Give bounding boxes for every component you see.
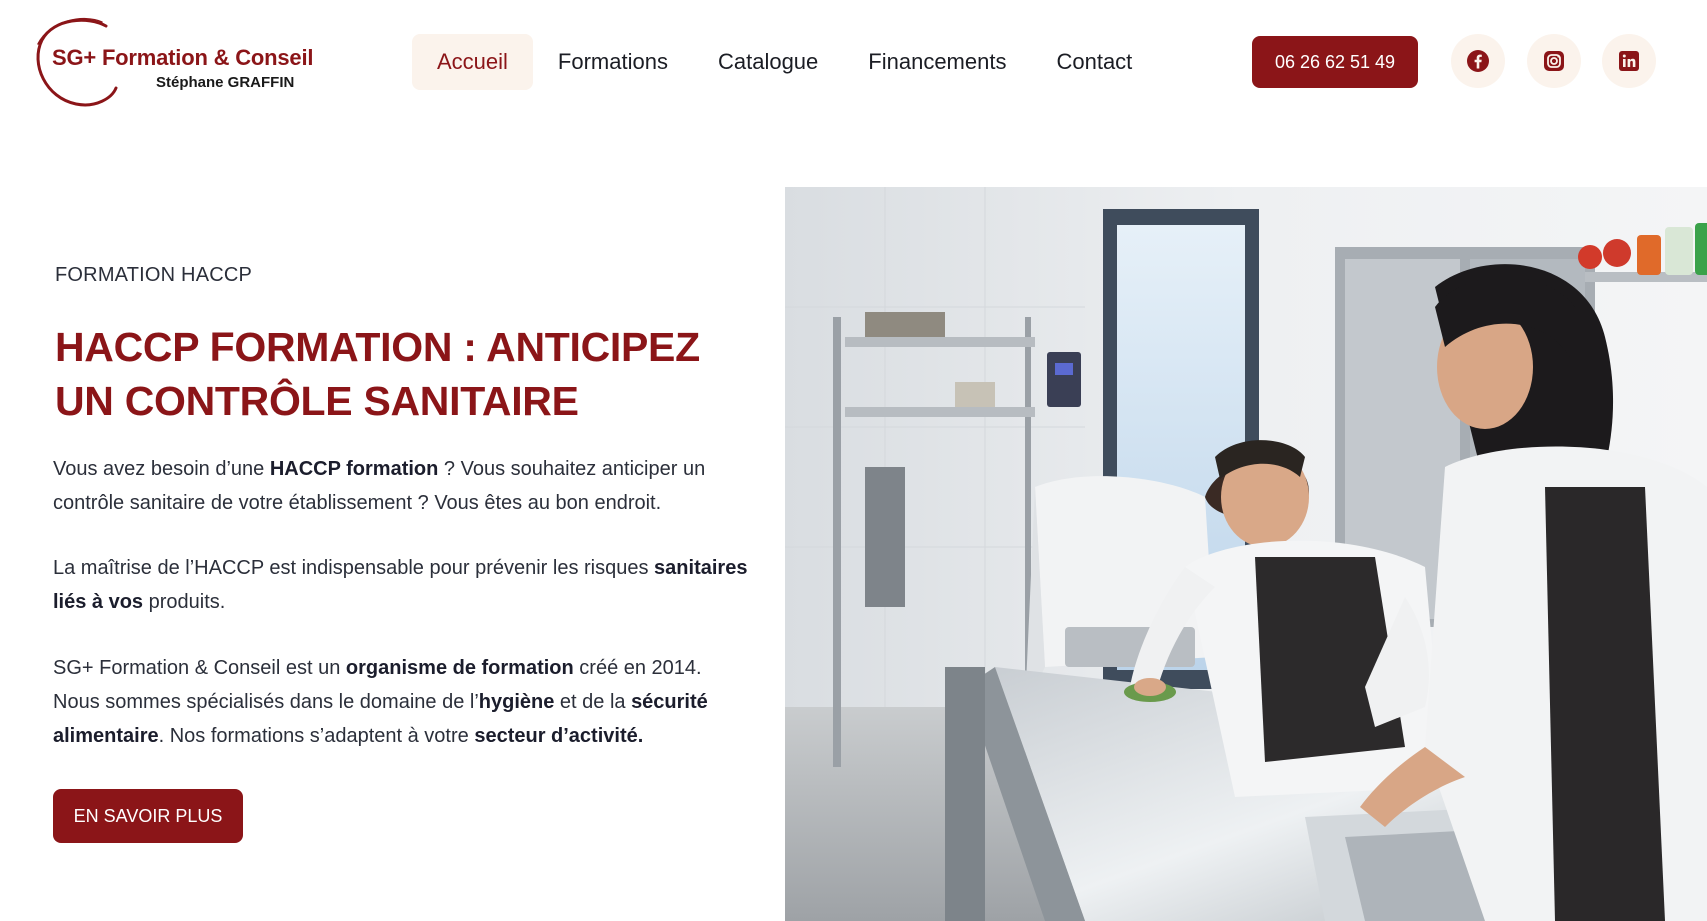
kitchen-photo (785, 187, 1707, 921)
nav-item-catalogue[interactable]: Catalogue (693, 34, 843, 90)
instagram-icon (1544, 51, 1564, 71)
brand-owner: Stéphane GRAFFIN (156, 74, 295, 91)
nav-item-formations[interactable]: Formations (533, 34, 693, 90)
linkedin-link[interactable] (1602, 34, 1656, 88)
site-header: SG+ Formation & Conseil Stéphane GRAFFIN… (0, 0, 1707, 125)
hero-paragraph-1: Vous avez besoin d’une HACCP formation ?… (53, 458, 706, 514)
linkedin-icon (1619, 51, 1639, 71)
main-nav: Accueil Formations Catalogue Financement… (412, 34, 1157, 90)
nav-item-financements[interactable]: Financements (843, 34, 1031, 90)
brand-name: SG+ Formation & Conseil (52, 45, 314, 70)
learn-more-button[interactable]: EN SAVOIR PLUS (53, 789, 243, 843)
nav-item-contact[interactable]: Contact (1031, 34, 1157, 90)
hero-eyebrow: FORMATION HACCP (55, 264, 253, 286)
facebook-link[interactable] (1451, 34, 1505, 88)
instagram-link[interactable] (1527, 34, 1581, 88)
brand-logo[interactable]: SG+ Formation & Conseil Stéphane GRAFFIN (32, 14, 314, 110)
facebook-icon (1467, 50, 1489, 72)
hero-title: HACCP FORMATION : ANTICIPEZ UN CONTRÔLE … (55, 324, 700, 424)
hero-image (785, 187, 1707, 921)
nav-item-accueil[interactable]: Accueil (412, 34, 533, 90)
hero-paragraph-3: SG+ Formation & Conseil est un organisme… (53, 657, 708, 747)
phone-button[interactable]: 06 26 62 51 49 (1252, 36, 1418, 88)
hero-paragraph-2: La maîtrise de l’HACCP est indispensable… (53, 557, 748, 613)
